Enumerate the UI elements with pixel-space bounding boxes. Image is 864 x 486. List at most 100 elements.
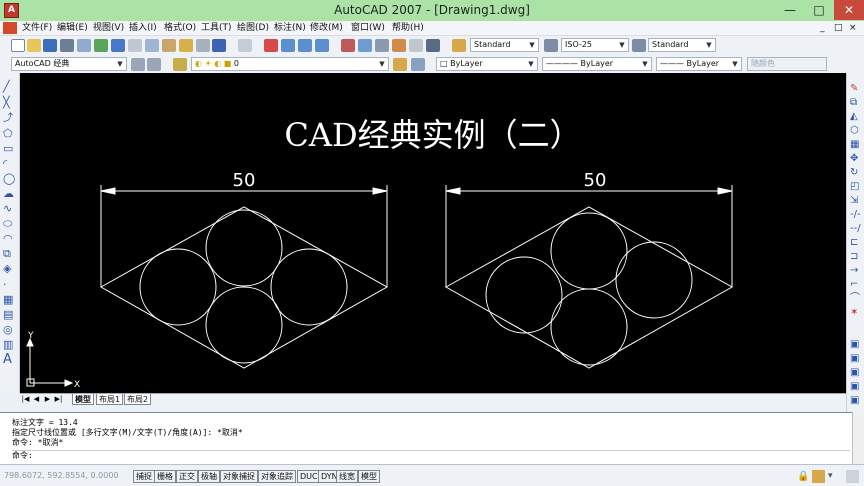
copy-object-icon[interactable]: ⧉ — [850, 97, 863, 109]
paste-icon[interactable] — [162, 39, 176, 52]
send-under-icon[interactable]: ▣ — [850, 395, 863, 407]
trim-icon[interactable]: -/- — [850, 209, 863, 221]
plot-style-select[interactable]: 随颜色 — [747, 57, 827, 71]
command-scrollbar[interactable] — [852, 412, 864, 464]
toggle-osnap[interactable]: 对象捕捉 — [220, 470, 258, 483]
first-tab-icon[interactable]: |◀ — [21, 395, 30, 404]
toggle-ortho[interactable]: 正交 — [176, 470, 198, 483]
menu-edit[interactable]: 编辑(E) — [57, 21, 88, 36]
zoom-realtime-icon[interactable] — [281, 39, 295, 52]
array-icon[interactable]: ▦ — [850, 139, 863, 151]
match-properties-icon[interactable] — [179, 39, 193, 52]
doc-close-button[interactable]: × — [849, 21, 857, 36]
next-tab-icon[interactable]: ▶ — [43, 395, 52, 404]
linetype-select[interactable]: ———— ByLayer ▼ — [542, 57, 652, 71]
table-style-icon[interactable] — [632, 39, 646, 52]
menu-tools[interactable]: 工具(T) — [201, 21, 232, 36]
menu-view[interactable]: 视图(V) — [93, 21, 124, 36]
toolbar-options-icon[interactable] — [147, 58, 161, 71]
menu-help[interactable]: 帮助(H) — [392, 21, 424, 36]
sheet-set-icon[interactable] — [392, 39, 406, 52]
break-icon[interactable]: ⊐ — [850, 251, 863, 263]
explode-icon[interactable]: ✶ — [850, 307, 863, 319]
menu-modify[interactable]: 修改(M) — [310, 21, 343, 36]
lock-icon[interactable]: 🔒 — [797, 470, 810, 483]
copy-icon[interactable] — [145, 39, 159, 52]
open-folder-icon[interactable] — [27, 39, 41, 52]
layer-previous-icon[interactable] — [411, 58, 425, 71]
region-icon[interactable]: ◎ — [3, 324, 16, 336]
doc-minimize-button[interactable]: _ — [820, 21, 825, 36]
point-icon[interactable]: · — [3, 279, 16, 291]
color-select[interactable]: □ ByLayer ▼ — [436, 57, 538, 71]
toggle-lineweight[interactable]: 线宽 — [336, 470, 358, 483]
document-icon[interactable] — [3, 22, 17, 34]
communication-center-icon[interactable] — [812, 470, 825, 483]
dim-style-select[interactable]: ISO-25 ▼ — [561, 38, 629, 52]
status-menu-chevron-icon[interactable]: ▾ — [828, 470, 841, 483]
lineweight-select[interactable]: ——— ByLayer ▼ — [656, 57, 742, 71]
layer-properties-icon[interactable] — [173, 58, 187, 71]
doc-restore-button[interactable]: □ — [834, 21, 843, 36]
hatch-icon[interactable]: ▦ — [3, 294, 16, 306]
clean-screen-icon[interactable] — [846, 470, 859, 483]
move-icon[interactable]: ✥ — [850, 153, 863, 165]
tab-layout2[interactable]: 布局2 — [124, 394, 152, 405]
save-icon[interactable] — [43, 39, 57, 52]
bring-above-icon[interactable]: ▣ — [850, 381, 863, 393]
fillet-icon[interactable]: ⌒ — [850, 293, 863, 305]
tool-palettes-icon[interactable] — [375, 39, 389, 52]
line-icon[interactable]: ╱ — [3, 81, 16, 93]
make-block-icon[interactable]: ◈ — [3, 263, 16, 275]
publish-icon[interactable] — [94, 39, 108, 52]
pan-icon[interactable] — [264, 39, 278, 52]
workspace-settings-icon[interactable] — [131, 58, 145, 71]
prev-tab-icon[interactable]: ◀ — [32, 395, 41, 404]
construction-line-icon[interactable]: ╳ — [3, 97, 16, 109]
workspace-select[interactable]: AutoCAD 经典 ▼ — [11, 57, 127, 71]
layer-select[interactable]: ◐ ☀ ◐ ■ 0 ▼ — [191, 57, 389, 71]
stretch-icon[interactable]: ⇲ — [850, 195, 863, 207]
calculator-icon[interactable] — [426, 39, 440, 52]
revision-cloud-icon[interactable]: ☁ — [3, 188, 16, 200]
draw-order-icon[interactable]: ▣ — [850, 339, 863, 351]
menu-insert[interactable]: 插入(I) — [129, 21, 157, 36]
toggle-grid[interactable]: 栅格 — [154, 470, 176, 483]
maximize-button[interactable]: □ — [805, 0, 833, 20]
tab-model[interactable]: 模型 — [72, 394, 94, 405]
undo-icon[interactable] — [212, 39, 226, 52]
multiline-text-icon[interactable]: A — [3, 353, 16, 366]
dim-style-icon[interactable] — [544, 39, 558, 52]
minimize-button[interactable]: — — [776, 0, 804, 20]
3d-dwf-icon[interactable] — [111, 39, 125, 52]
design-center-icon[interactable] — [358, 39, 372, 52]
block-editor-icon[interactable] — [196, 39, 210, 52]
table-style-select[interactable]: Standard ▼ — [648, 38, 716, 52]
menu-dimension[interactable]: 标注(N) — [274, 21, 306, 36]
markup-icon[interactable] — [409, 39, 423, 52]
plot-preview-icon[interactable] — [77, 39, 91, 52]
menu-format[interactable]: 格式(O) — [164, 21, 196, 36]
send-to-back-icon[interactable]: ▣ — [850, 367, 863, 379]
ellipse-icon[interactable]: ⬭ — [3, 218, 16, 230]
menu-file[interactable]: 文件(F) — [22, 21, 52, 36]
gradient-icon[interactable]: ▤ — [3, 309, 16, 321]
text-style-icon[interactable] — [452, 39, 466, 52]
spline-icon[interactable]: ∿ — [3, 203, 16, 215]
ellipse-arc-icon[interactable]: ◠ — [3, 233, 16, 245]
redo-icon[interactable] — [238, 39, 252, 52]
text-style-select[interactable]: Standard ▼ — [470, 38, 539, 52]
chamfer-icon[interactable]: ⌐ — [850, 279, 863, 291]
tab-layout1[interactable]: 布局1 — [96, 394, 124, 405]
break-at-point-icon[interactable]: ⊏ — [850, 237, 863, 249]
rotate-icon[interactable]: ↻ — [850, 167, 863, 179]
print-icon[interactable] — [60, 39, 74, 52]
menu-window[interactable]: 窗口(W) — [351, 21, 385, 36]
close-button[interactable]: ✕ — [834, 0, 864, 20]
cut-icon[interactable] — [128, 39, 142, 52]
toggle-model-space[interactable]: 模型 — [358, 470, 380, 483]
new-file-icon[interactable] — [11, 39, 25, 52]
last-tab-icon[interactable]: ▶| — [54, 395, 63, 404]
circle-icon[interactable]: ◯ — [3, 173, 16, 185]
toggle-polar[interactable]: 极轴 — [198, 470, 220, 483]
